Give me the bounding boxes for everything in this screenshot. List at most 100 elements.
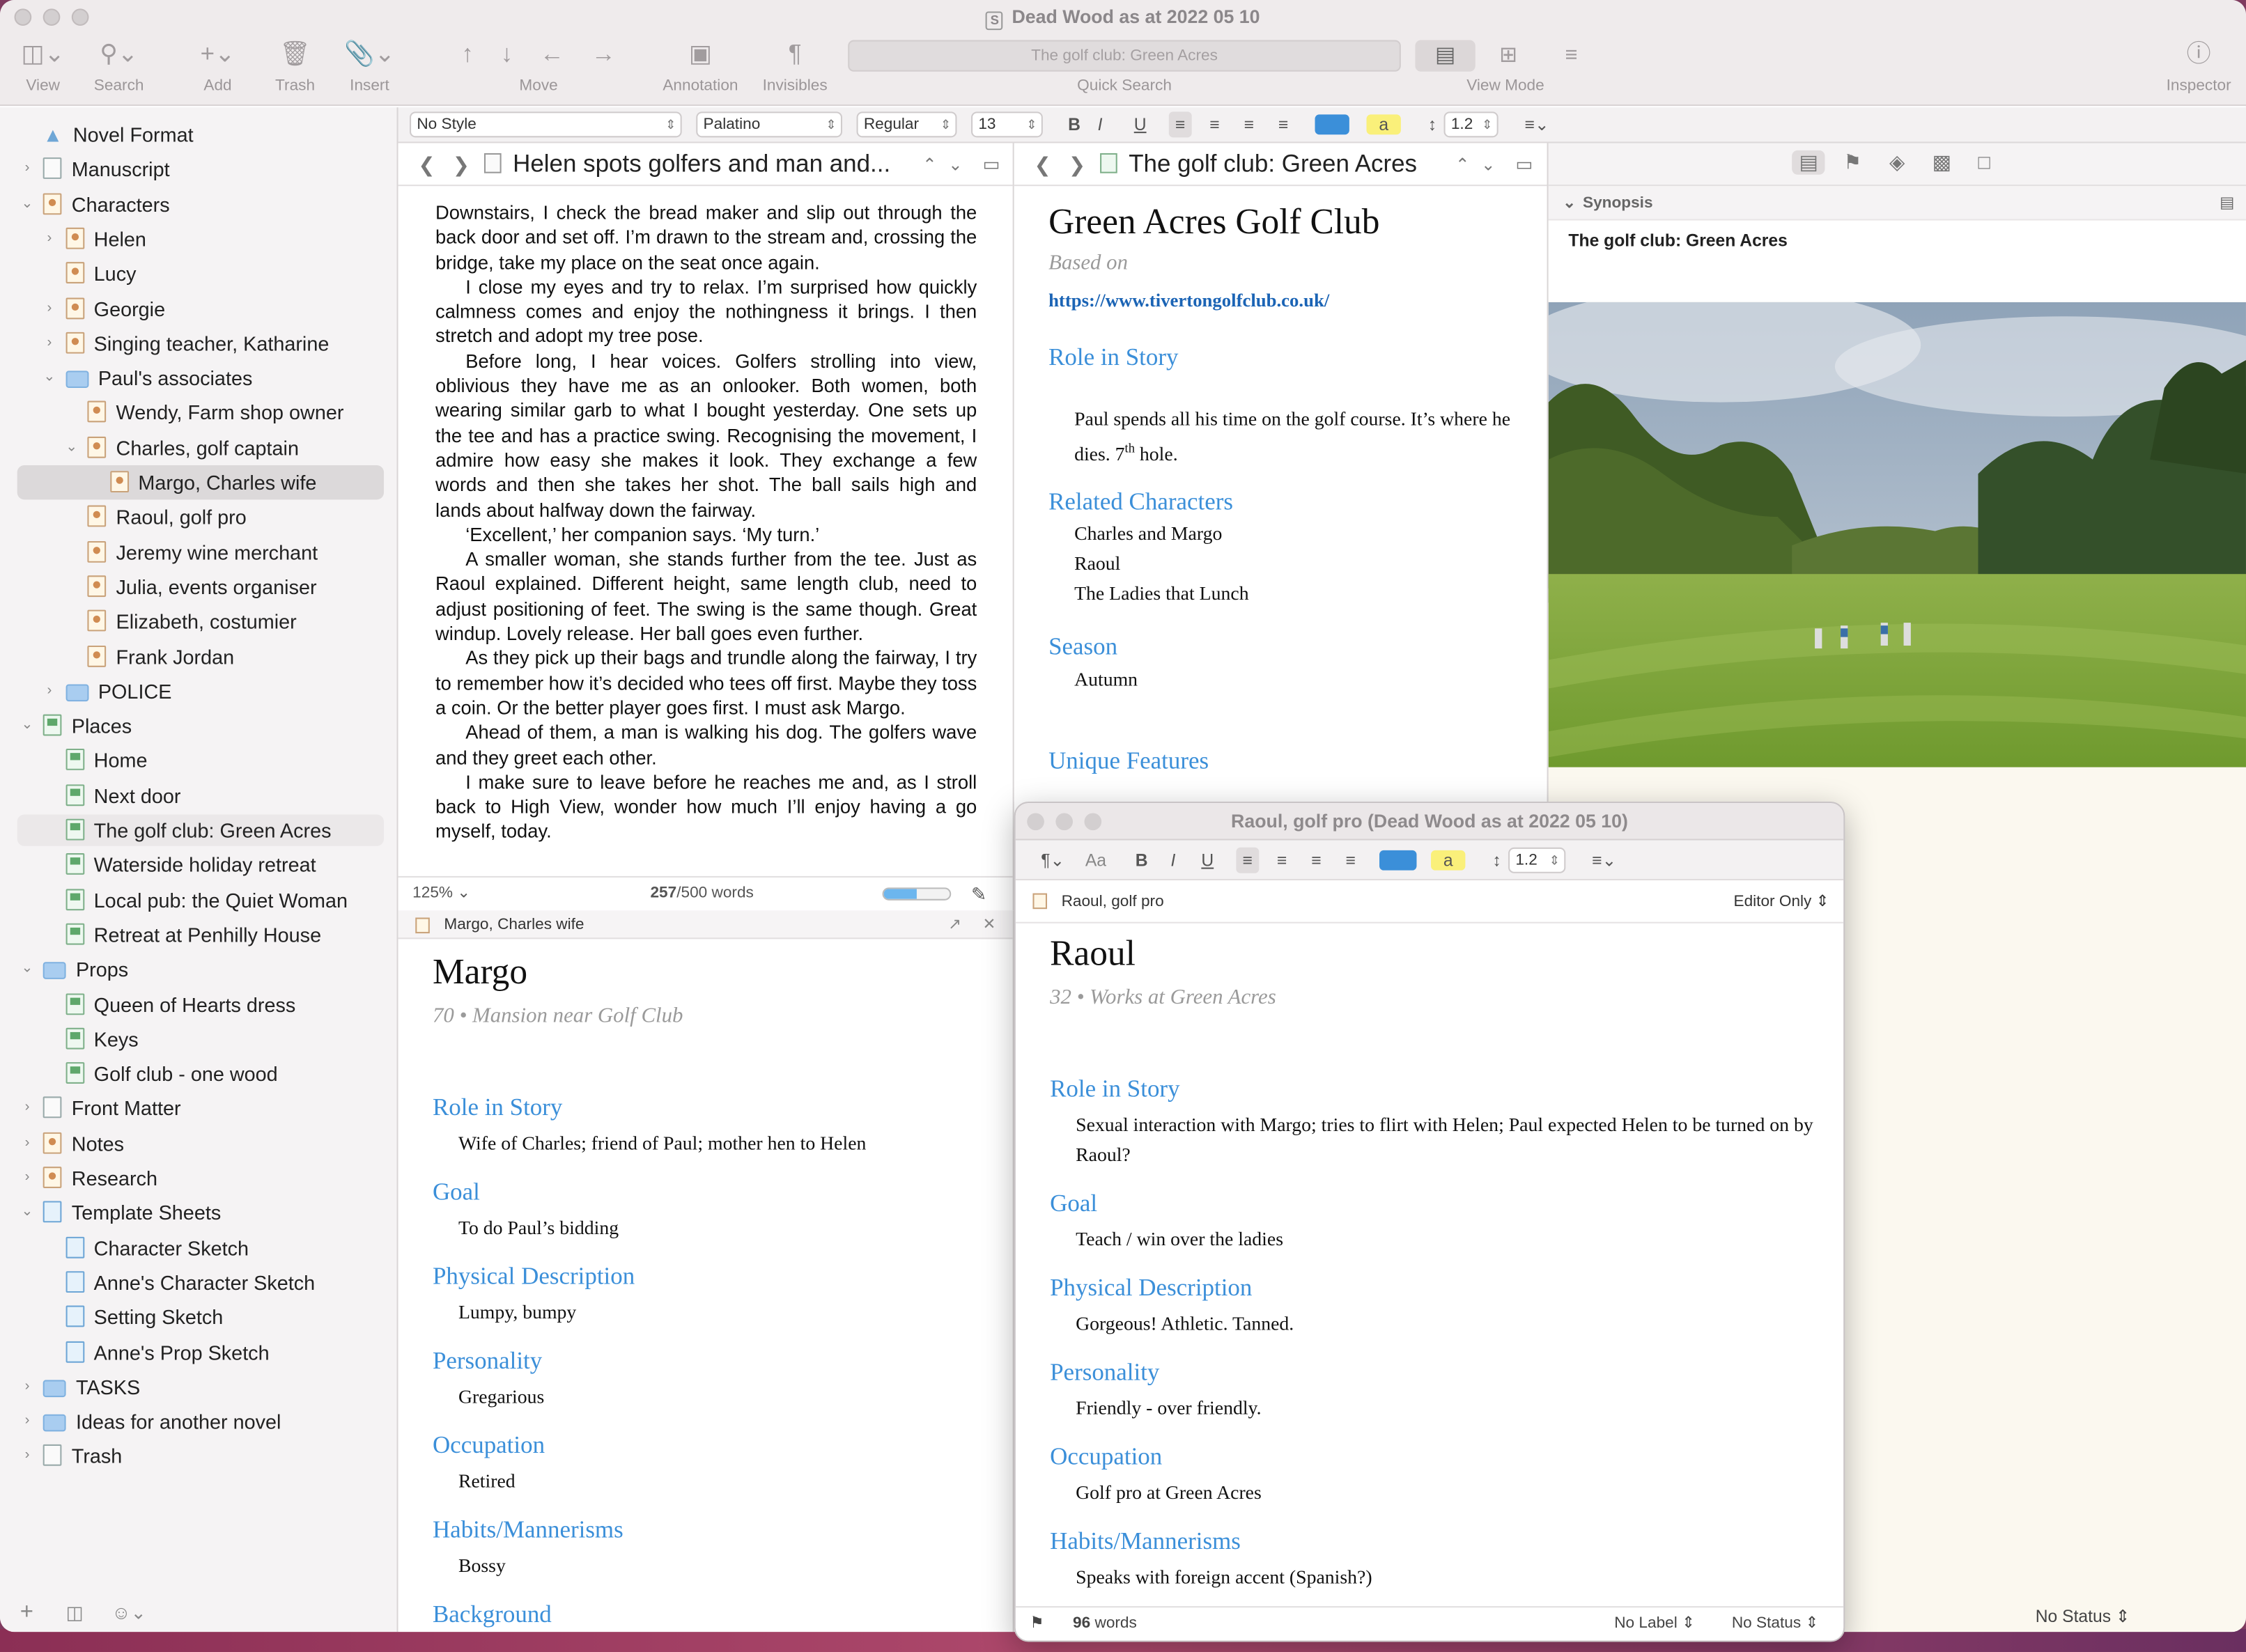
binder-item[interactable]: Retreat at Penhilly House <box>65 919 321 950</box>
list-icon[interactable]: ≡⌄ <box>1518 111 1555 137</box>
binder-item[interactable]: Anne's Character Sketch <box>65 1267 316 1298</box>
corkboard-view-icon[interactable]: ⊞ <box>1478 40 1538 72</box>
search-button[interactable]: ⚲⌄ Search <box>83 40 155 95</box>
annotation-button[interactable]: ▣ Annotation <box>656 40 745 95</box>
notes-tab-icon[interactable]: ▤ <box>1792 150 1825 175</box>
text-color-button[interactable] <box>1315 114 1349 135</box>
line-spacing-select[interactable]: 1.2 <box>1508 847 1566 873</box>
binder-item[interactable]: Novel Format <box>43 119 194 150</box>
binder-item[interactable]: ⌄ Template Sheets <box>21 1197 221 1229</box>
text-color-button[interactable] <box>1379 850 1417 871</box>
binder-item[interactable]: Keys <box>65 1023 139 1054</box>
add-folder-icon[interactable]: ◫ <box>66 1602 84 1625</box>
binder-item[interactable]: ⌄ Paul's associates <box>43 362 252 393</box>
chevron-down-icon[interactable]: ⌄ <box>63 432 80 463</box>
down-chevron-icon[interactable]: ⌄ <box>1481 143 1496 187</box>
align-right-icon[interactable]: ≡ <box>1237 111 1260 137</box>
paragraph-style-icon[interactable]: ¶⌄ <box>1032 848 1073 873</box>
binder-item[interactable]: Lucy <box>65 258 136 289</box>
binder-item[interactable]: › Helen <box>47 223 146 254</box>
chevron-right-icon[interactable]: › <box>19 1128 36 1159</box>
binder-item[interactable]: › Trash <box>25 1441 122 1472</box>
target-icon[interactable]: ✎ <box>971 878 986 910</box>
font-family-select[interactable]: Palatino <box>696 111 842 138</box>
chevron-right-icon[interactable]: › <box>19 1406 36 1437</box>
back-arrow-icon[interactable]: ❮ <box>418 143 435 187</box>
chevron-down-icon[interactable]: ⌄ <box>19 953 36 985</box>
binder-item[interactable]: › Ideas for another novel <box>25 1406 281 1437</box>
chevron-down-icon[interactable]: ⌄ <box>19 710 36 742</box>
up-chevron-icon[interactable]: ⌃ <box>1455 143 1470 187</box>
snapshot-tab-icon[interactable]: ▩ <box>1933 150 1951 175</box>
binder-item[interactable]: Home <box>65 745 147 777</box>
binder-item[interactable]: Next door <box>65 780 180 811</box>
align-right-icon[interactable]: ≡ <box>1305 848 1328 873</box>
binder-item[interactable]: Queen of Hearts dress <box>65 988 295 1020</box>
forward-arrow-icon[interactable]: ❯ <box>453 143 470 187</box>
binder-item[interactable]: ⌄ Props <box>21 953 128 985</box>
zoom-select[interactable]: 125% ⌄ <box>412 878 470 910</box>
split-editor-icon[interactable]: ▭ <box>1515 143 1533 187</box>
binder-item[interactable]: › TASKS <box>25 1371 141 1403</box>
trash-button[interactable]: 🗑 Trash <box>266 40 323 95</box>
binder-item[interactable]: › Manuscript <box>25 154 170 185</box>
synopsis-header[interactable]: ⌄ Synopsis ▤ <box>1548 186 2246 221</box>
binder-item[interactable]: › Research <box>25 1162 157 1194</box>
club-website-link[interactable]: https://www.tivertongolfclub.co.uk/ <box>1048 289 1329 312</box>
status-select[interactable]: No Status ⇕ <box>1732 1607 1819 1640</box>
chevron-down-icon[interactable]: ⌄ <box>19 1197 36 1229</box>
italic-button[interactable]: I <box>1161 848 1184 873</box>
align-justify-icon[interactable]: ≡ <box>1339 848 1362 873</box>
invisibles-button[interactable]: ¶ Invisibles <box>757 40 834 95</box>
open-external-icon[interactable]: ↗ <box>948 910 961 939</box>
synopsis-text[interactable]: The golf club: Green Acres <box>1548 220 2246 302</box>
comments-tab-icon[interactable]: □ <box>1978 150 1990 173</box>
up-chevron-icon[interactable]: ⌃ <box>922 143 937 187</box>
align-center-icon[interactable]: ≡ <box>1203 111 1226 137</box>
list-icon[interactable]: ≡⌄ <box>1586 848 1622 873</box>
move-arrows-icon[interactable]: ↑ ↓ ← → <box>438 40 639 69</box>
chevron-right-icon[interactable]: › <box>19 1162 36 1194</box>
binder-item[interactable]: Local pub: the Quiet Woman <box>65 884 348 915</box>
forward-arrow-icon[interactable]: ❯ <box>1069 143 1085 187</box>
minimize-window-button[interactable] <box>1055 813 1074 831</box>
underline-button[interactable]: U <box>1129 111 1152 137</box>
binder-item[interactable]: ⌄ Characters <box>21 188 170 219</box>
chevron-right-icon[interactable]: › <box>19 1441 36 1472</box>
binder-item[interactable]: Waterside holiday retreat <box>65 849 316 880</box>
binder-item[interactable]: Jeremy wine merchant <box>87 536 318 568</box>
binder-item[interactable]: › Front Matter <box>25 1093 181 1124</box>
back-arrow-icon[interactable]: ❮ <box>1035 143 1051 187</box>
chevron-right-icon[interactable]: › <box>41 676 59 707</box>
down-chevron-icon[interactable]: ⌄ <box>948 143 963 187</box>
chevron-right-icon[interactable]: › <box>41 327 59 359</box>
align-justify-icon[interactable]: ≡ <box>1272 111 1295 137</box>
binder-item[interactable]: Julia, events organiser <box>87 571 317 602</box>
binder-item[interactable]: Margo, Charles wife <box>109 467 316 498</box>
binder-item[interactable]: › Georgie <box>47 293 165 324</box>
font-size-select[interactable]: 13 <box>971 111 1043 138</box>
highlight-button[interactable]: a <box>1366 114 1401 135</box>
align-left-icon[interactable]: ≡ <box>1236 847 1260 873</box>
font-panel-button[interactable]: Aa <box>1081 848 1110 873</box>
tag-tab-icon[interactable]: ◈ <box>1889 150 1905 175</box>
close-window-button[interactable] <box>1027 813 1044 831</box>
split-editor-icon[interactable]: ▭ <box>982 143 1000 187</box>
binder-item[interactable]: Setting Sketch <box>65 1302 223 1333</box>
bold-button[interactable]: B <box>1063 111 1086 137</box>
editor-mode-select[interactable]: Editor Only ⇕ <box>1733 880 1829 924</box>
inspector-button[interactable]: ⓘ Inspector <box>2160 40 2238 95</box>
binder-item[interactable]: › POLICE <box>47 676 171 707</box>
font-weight-select[interactable]: Regular <box>856 111 957 138</box>
chevron-right-icon[interactable]: › <box>19 1371 36 1403</box>
binder-item[interactable]: ⌄ Charles, golf captain <box>65 432 299 463</box>
bold-button[interactable]: B <box>1130 848 1153 873</box>
binder-item[interactable]: Character Sketch <box>65 1232 249 1263</box>
line-spacing-select[interactable]: 1.2 <box>1443 111 1498 138</box>
synopsis-mode-icon[interactable]: ▤ <box>2220 186 2234 220</box>
binder-item[interactable]: Frank Jordan <box>87 641 234 672</box>
zoom-window-button[interactable] <box>1084 813 1102 831</box>
underline-button[interactable]: U <box>1196 848 1219 873</box>
chevron-down-icon[interactable]: ⌄ <box>19 188 36 219</box>
bookmark-icon[interactable]: ⚑ <box>1030 1607 1044 1640</box>
